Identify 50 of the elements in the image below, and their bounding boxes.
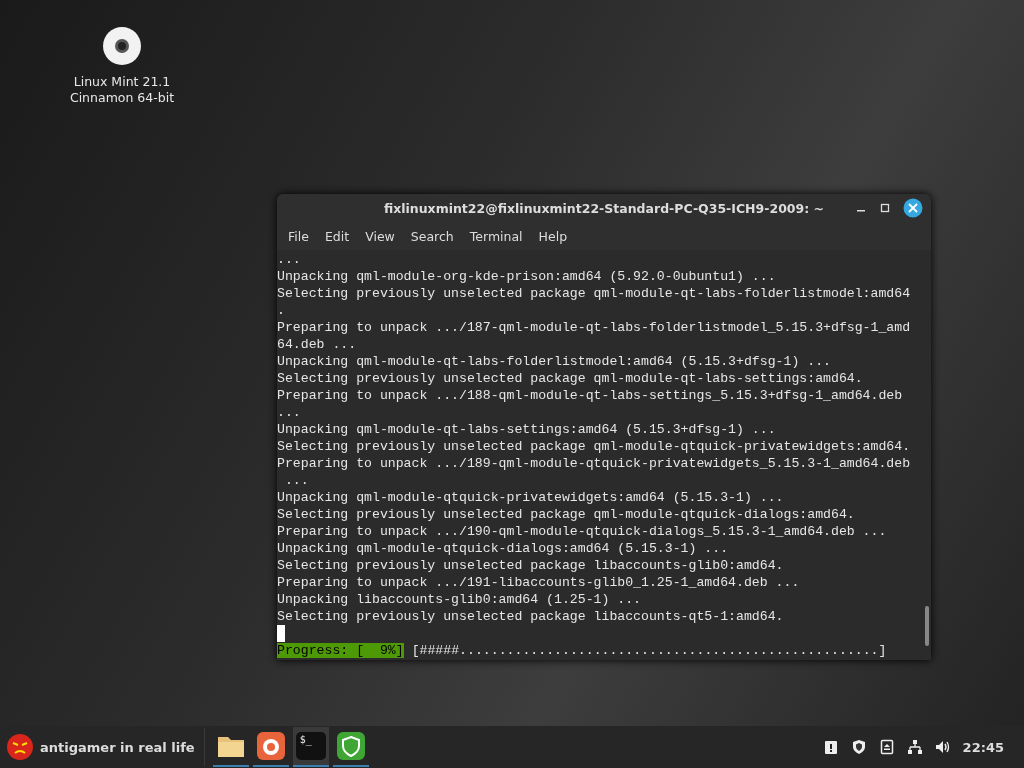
menu-label[interactable]: antigamer in real life: [40, 739, 195, 755]
menu-item[interactable]: Edit: [316, 228, 358, 244]
menu-item[interactable]: File: [280, 228, 317, 244]
terminal-line: Selecting previously unselected package qml-module-qtquick-privatewidgets:amd64.: [277, 438, 912, 455]
close-icon[interactable]: [903, 198, 923, 218]
terminal-line: .: [277, 302, 286, 319]
browser-icon: [255, 731, 286, 761]
clock[interactable]: 22:45: [962, 739, 1004, 755]
terminal-line: ...: [277, 251, 302, 268]
terminal-line: Selecting previously unselected package qml-module-qt-labs-settings:amd64.: [277, 370, 864, 387]
terminal-line: Selecting previously unselected package libaccounts-qt5-1:amd64.: [277, 608, 785, 625]
terminal-line: Selecting previously unselected package qml-module-qt-labs-folderlistmodel:amd64: [277, 285, 912, 302]
desktop-icon-label[interactable]: Linux Mint 21.1: [73, 74, 171, 90]
volume-icon[interactable]: [934, 739, 951, 755]
terminal-line: ...: [283, 472, 310, 489]
terminal-line: Preparing to unpack .../190-qml-module-qtquick-dialogs_5.15.3-1_amd64.deb ...: [277, 523, 888, 540]
terminal-line: ...: [277, 404, 302, 421]
terminal-line: Unpacking qml-module-qt-labs-folderlistmodel:amd64 (5.15.3+dfsg-1) ...: [277, 353, 832, 370]
desktop-icon-label[interactable]: Cinnamon 64-bit: [69, 90, 175, 106]
menu-item[interactable]: Help: [530, 228, 576, 244]
clipboard-icon[interactable]: [822, 739, 839, 755]
terminal-line: Unpacking qml-module-qtquick-privatewidgets:amd64 (5.15.3-1) ...: [277, 489, 785, 506]
progress-bar-text: [#####.....................................................]: [411, 643, 887, 658]
eject-icon[interactable]: [878, 739, 895, 755]
terminal-line: Preparing to unpack .../187-qml-module-qt-labs-folderlistmodel_5.15.3+dfsg-1_amd: [277, 319, 912, 336]
terminal-line: Selecting previously unselected package qml-module-qtquick-dialogs:amd64.: [277, 506, 856, 523]
terminal-line: Selecting previously unselected package libaccounts-glib0:amd64.: [277, 557, 785, 574]
menu-item[interactable]: Terminal: [461, 228, 531, 244]
terminal-line: Unpacking qml-module-qtquick-dialogs:amd64 (5.15.3-1) ...: [277, 540, 730, 557]
disc-icon[interactable]: [102, 26, 142, 66]
terminal-line: Preparing to unpack .../188-qml-module-qt-labs-settings_5.15.3+dfsg-1_amd64.deb: [277, 387, 904, 404]
terminal-line: Preparing to unpack .../189-qml-module-qtquick-privatewidgets_5.15.3-1_amd64.deb: [277, 455, 912, 472]
taskbar-app-button[interactable]: $_: [292, 727, 329, 767]
window-title: fixlinuxmint22@fixlinuxmint22-Standard-PC-Q35-ICH9-2009: ~: [383, 200, 825, 216]
menu-item[interactable]: View: [357, 228, 403, 244]
angry-face-icon[interactable]: [6, 733, 34, 761]
terminal-line: 64.deb ...: [277, 336, 358, 353]
progress-label: Progress: [ 9%]: [277, 643, 404, 658]
network-icon[interactable]: [906, 739, 923, 755]
maximize-icon[interactable]: [879, 202, 891, 214]
terminal-line: Preparing to unpack .../191-libaccounts-glib0_1.25-1_amd64.deb ...: [277, 574, 801, 591]
menu-item[interactable]: Search: [402, 228, 462, 244]
shield-icon[interactable]: [850, 739, 867, 755]
shield-icon: [335, 731, 366, 761]
text-cursor: [277, 625, 285, 642]
scrollbar-thumb[interactable]: [925, 606, 929, 646]
terminal-line: Unpacking qml-module-qt-labs-settings:amd64 (5.15.3+dfsg-1) ...: [277, 421, 777, 438]
terminal-icon: $_: [295, 732, 326, 760]
terminal-line: Unpacking libaccounts-glib0:amd64 (1.25-1) ...: [277, 591, 643, 608]
terminal-line: Unpacking qml-module-org-kde-prison:amd64 (5.92.0-0ubuntu1) ...: [277, 268, 777, 285]
